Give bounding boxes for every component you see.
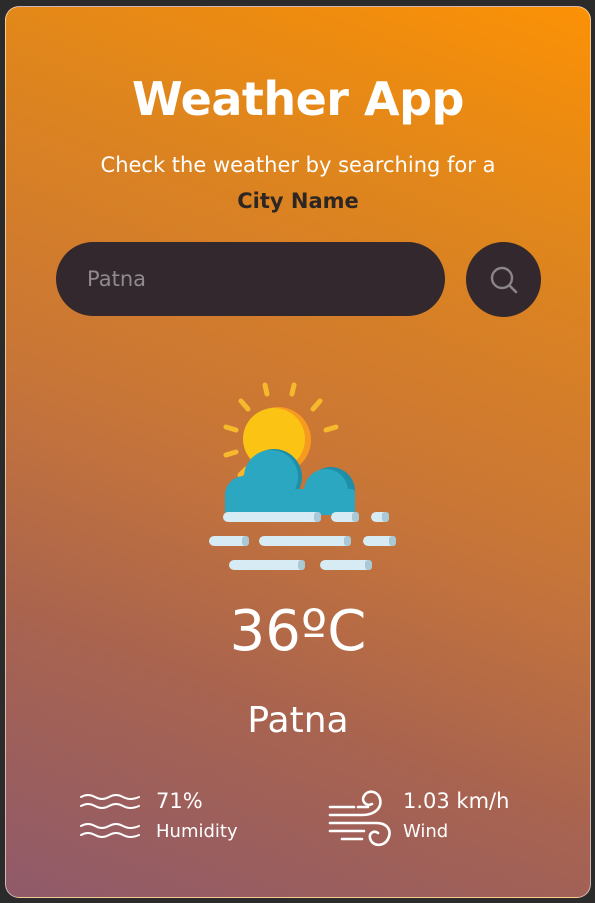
search-icon: [490, 266, 517, 293]
humidity-value: 71%: [156, 789, 203, 813]
city-name: Patna: [247, 700, 349, 741]
city-search-input[interactable]: [56, 242, 445, 316]
temperature: 36ºC: [229, 599, 367, 664]
wind-stat: 1.03 km/h Wind: [328, 787, 558, 851]
humidity-label: Humidity: [156, 821, 238, 842]
wind-label: Wind: [403, 821, 449, 842]
weather-card: Weather App Check the weather by searchi…: [5, 6, 591, 898]
app-subtitle-city-name: City Name: [237, 189, 359, 213]
humidity-waves-icon: [80, 794, 140, 838]
sun-cloud-fog-icon: [209, 382, 396, 570]
humidity-stat: 71% Humidity: [79, 787, 279, 851]
search-button[interactable]: [466, 242, 541, 317]
wind-value: 1.03 km/h: [403, 789, 510, 813]
wind-icon: [328, 790, 391, 847]
app-title: Weather App: [132, 72, 464, 126]
app-subtitle: Check the weather by searching for a: [100, 153, 496, 177]
